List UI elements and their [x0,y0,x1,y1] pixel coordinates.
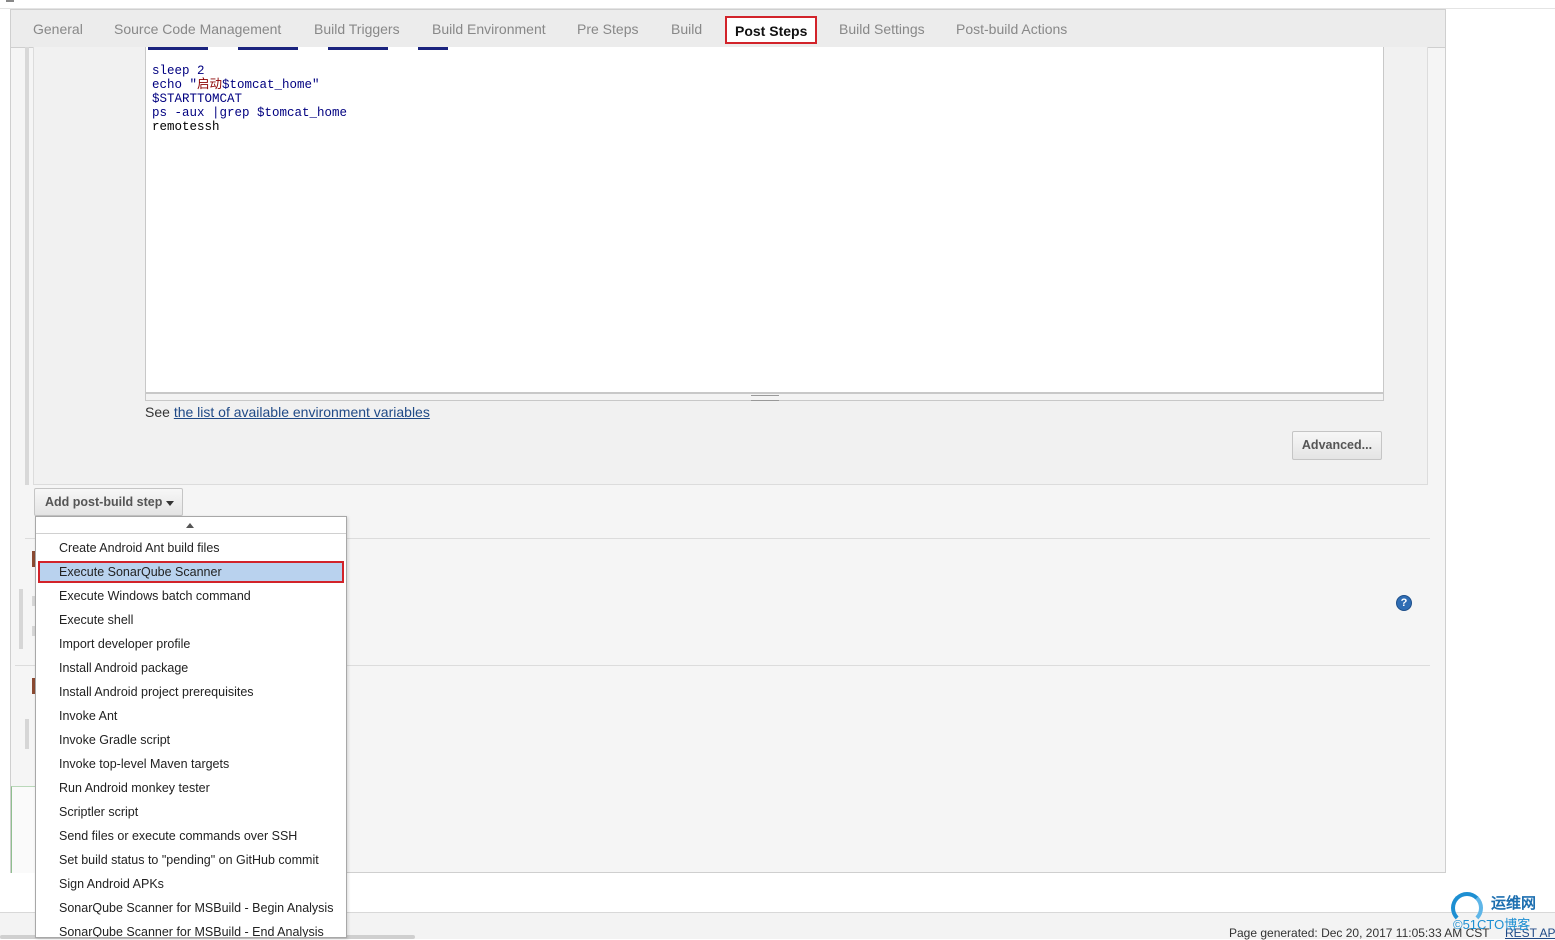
code-line-2-prefix: echo " [152,78,198,92]
menu-item-sonarqube-msbuild-begin[interactable]: SonarQube Scanner for MSBuild - Begin An… [38,897,344,919]
menu-item-install-android-project-prerequisites[interactable]: Install Android project prerequisites [38,681,344,703]
menu-item-create-android-ant-build-files[interactable]: Create Android Ant build files [38,537,344,559]
menu-item-install-android-package[interactable]: Install Android package [38,657,344,679]
code-line-5: remotessh [152,120,220,134]
menu-item-execute-windows-batch-command[interactable]: Execute Windows batch command [38,585,344,607]
chevron-down-icon [166,501,174,506]
hidden-section-bar-1 [19,589,23,649]
site-watermark: 运维网 ©51CTO博客 [1445,888,1555,938]
save-bar-edge [11,786,38,873]
menu-item-execute-sonarqube-scanner[interactable]: Execute SonarQube Scanner [38,561,344,583]
top-mark [6,0,14,2]
menu-item-set-build-status-pending[interactable]: Set build status to "pending" on GitHub … [38,849,344,871]
code-line-2-suffix: $tomcat_home" [222,78,320,92]
grip-lines [751,395,779,401]
tab-build-triggers[interactable]: Build Triggers [314,21,400,37]
menu-scroll-up[interactable] [36,517,346,534]
menu-item-invoke-gradle-script[interactable]: Invoke Gradle script [38,729,344,751]
config-tabbar: General Source Code Management Build Tri… [11,10,1445,48]
menu-item-invoke-top-level-maven-targets[interactable]: Invoke top-level Maven targets [38,753,344,775]
post-build-step-menu: Create Android Ant build files Execute S… [35,516,347,938]
env-vars-link[interactable]: the list of available environment variab… [174,404,430,420]
code-line-1: sleep 2 [152,64,205,78]
menu-item-run-android-monkey-tester[interactable]: Run Android monkey tester [38,777,344,799]
menu-item-send-files-over-ssh[interactable]: Send files or execute commands over SSH [38,825,344,847]
hidden-section-bar-2 [25,719,29,749]
code-line-2-string: 启动 [197,78,223,92]
menu-item-invoke-ant[interactable]: Invoke Ant [38,705,344,727]
tab-post-steps[interactable]: Post Steps [725,16,818,44]
command-editor[interactable]: sleep 2 echo "启动$tomcat_home" $STARTTOMC… [145,47,1384,393]
code-line-4: ps -aux |grep $tomcat_home [152,106,348,120]
add-post-build-step-button[interactable]: Add post-build step [34,488,183,516]
code-line-2: echo "启动$tomcat_home" [152,78,320,92]
top-strip [0,0,1555,9]
tab-build-settings[interactable]: Build Settings [839,21,925,37]
tab-pre-steps[interactable]: Pre Steps [577,21,638,37]
tab-source-code-management[interactable]: Source Code Management [114,21,281,37]
menu-item-sonarqube-msbuild-end[interactable]: SonarQube Scanner for MSBuild - End Anal… [38,921,344,937]
watermark-title: 运维网 [1491,895,1537,912]
menu-item-import-developer-profile[interactable]: Import developer profile [38,633,344,655]
env-vars-hint: See the list of available environment va… [145,404,430,420]
menu-item-sign-android-apks[interactable]: Sign Android APKs [38,873,344,895]
editor-clipped-line [148,47,448,50]
menu-item-scriptler-script[interactable]: Scriptler script [38,801,344,823]
tab-build-environment[interactable]: Build Environment [432,21,546,37]
section-left-bar [25,47,29,485]
add-post-build-step-label: Add post-build step [45,495,163,509]
env-vars-prefix: See [145,404,174,420]
tab-build[interactable]: Build [671,21,702,37]
editor-resize-handle[interactable] [145,393,1384,401]
tab-general[interactable]: General [33,21,83,37]
help-icon[interactable]: ? [1396,595,1412,611]
chevron-up-icon [186,523,194,528]
code-line-3: $STARTTOMCAT [152,92,243,106]
advanced-button[interactable]: Advanced... [1292,431,1382,460]
tab-post-build-actions[interactable]: Post-build Actions [956,21,1067,37]
watermark-subtitle: ©51CTO博客 [1453,917,1531,932]
menu-item-execute-shell[interactable]: Execute shell [38,609,344,631]
